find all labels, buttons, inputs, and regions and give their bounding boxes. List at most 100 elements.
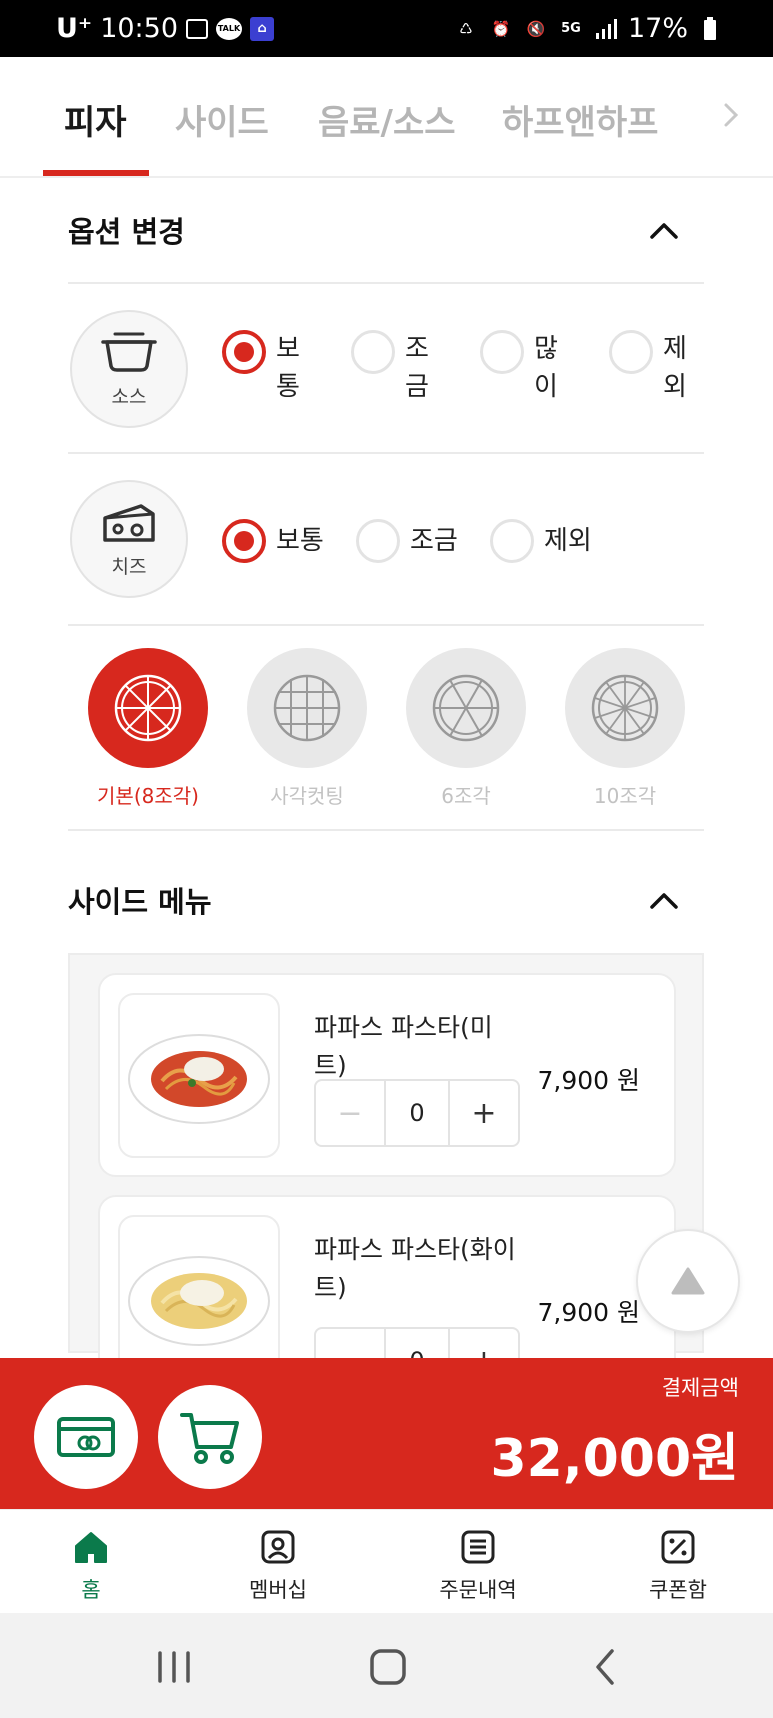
cut-option-6-slices[interactable]: 6조각 <box>405 648 527 809</box>
cut-option-default[interactable]: 기본(8조각) <box>87 648 209 809</box>
cut-option-label: 기본(8조각) <box>97 784 199 808</box>
cheese-label: 치즈 <box>111 555 147 578</box>
tab-side[interactable]: 사이드 <box>175 95 269 144</box>
payment-amount-label: 결제금액 <box>661 1376 739 1400</box>
side-item-name: 파파스 파스타(화이트) <box>314 1235 516 1302</box>
tab-half-and-half[interactable]: 하프앤하프 <box>502 95 658 144</box>
sauce-option-label: 조금 <box>405 334 429 402</box>
nav-membership[interactable]: 멤버십 <box>208 1528 348 1604</box>
radio-button[interactable] <box>351 330 395 374</box>
recycle-icon: ♺ <box>459 19 473 38</box>
chevron-right-icon[interactable] <box>717 101 745 129</box>
side-item-price: 7,900 원 <box>537 1298 640 1327</box>
radio-button[interactable] <box>222 330 266 374</box>
pizza-square-cut-icon[interactable] <box>247 648 367 768</box>
sauce-cup-icon <box>101 332 157 372</box>
gallery-notification-icon <box>186 18 208 39</box>
active-tab-indicator <box>43 170 149 176</box>
sauce-option-label: 보통 <box>276 334 300 402</box>
radio-button[interactable] <box>356 519 400 563</box>
side-section-header[interactable]: 사이드 메뉴 <box>68 870 704 930</box>
kakaotalk-notification-icon: TALK <box>216 17 242 40</box>
cheese-option-little[interactable]: 조금 <box>356 519 458 563</box>
sauce-option-normal[interactable]: 보통 <box>222 330 304 406</box>
cheese-option-label: 조금 <box>410 526 458 556</box>
coupon-icon <box>661 1530 695 1564</box>
cut-option-label: 10조각 <box>593 784 657 808</box>
cart-icon <box>180 1413 239 1464</box>
order-history-icon <box>461 1530 495 1564</box>
sauce-option-exclude[interactable]: 제외 <box>609 330 691 406</box>
system-nav-bar <box>0 1613 773 1718</box>
sauce-label: 소스 <box>111 385 147 408</box>
back-icon[interactable] <box>582 1643 630 1691</box>
scroll-to-top-button[interactable] <box>636 1229 740 1333</box>
triangle-up-icon <box>671 1267 705 1295</box>
nav-home[interactable]: 홈 <box>21 1528 161 1604</box>
nav-order-history[interactable]: 주문내역 <box>408 1528 548 1604</box>
battery-icon <box>697 16 723 42</box>
radio-button[interactable] <box>480 330 524 374</box>
cheese-option-exclude[interactable]: 제외 <box>490 519 592 563</box>
sauce-option-much[interactable]: 많이 <box>480 330 562 406</box>
radio-button[interactable] <box>490 519 534 563</box>
payment-amount: 32,000원 <box>490 1429 739 1489</box>
divider <box>68 624 704 626</box>
home-nav-icon[interactable] <box>364 1643 412 1691</box>
cut-option-10-slices[interactable]: 10조각 <box>564 648 686 809</box>
divider <box>68 452 704 454</box>
clock: 10:50 <box>100 13 178 44</box>
radio-button[interactable] <box>609 330 653 374</box>
quantity-value: 0 <box>384 1081 450 1145</box>
pasta-white-image <box>118 1215 280 1380</box>
cut-option-square[interactable]: 사각컷팅 <box>246 648 368 809</box>
option-section-title: 옵션 변경 <box>68 215 185 249</box>
tab-pizza[interactable]: 피자 <box>64 95 127 144</box>
sauce-option-little[interactable]: 조금 <box>351 330 433 406</box>
credit-card-icon <box>57 1417 115 1457</box>
sauce-option-label: 제외 <box>663 334 687 402</box>
list-item: 파파스 파스타(미트) 7,900 원 − 0 + <box>98 973 676 1177</box>
app-notification-icon: ⌂ <box>250 16 274 41</box>
category-tabs: 피자 사이드 음료/소스 하프앤하프 <box>0 57 773 178</box>
radio-button[interactable] <box>222 519 266 563</box>
membership-icon <box>261 1530 295 1564</box>
divider <box>68 282 704 284</box>
chevron-up-icon[interactable] <box>644 210 684 250</box>
tab-drink-sauce[interactable]: 음료/소스 <box>318 95 456 144</box>
bottom-nav: 홈 멤버십 주문내역 쿠폰함 <box>0 1509 773 1613</box>
recent-apps-icon[interactable] <box>150 1643 198 1691</box>
cheese-option-normal[interactable]: 보통 <box>222 519 324 563</box>
payment-bar: 결제금액 32,000원 <box>0 1358 773 1509</box>
pizza-6-slice-icon[interactable] <box>406 648 526 768</box>
divider <box>68 829 704 831</box>
alarm-icon: ⏰ <box>491 19 511 38</box>
cart-button[interactable] <box>158 1385 262 1489</box>
mute-icon: 🔇 <box>526 19 546 38</box>
side-item-price: 7,900 원 <box>537 1066 640 1095</box>
pizza-10-slice-icon[interactable] <box>565 648 685 768</box>
nav-label: 쿠폰함 <box>649 1578 707 1602</box>
side-menu-list: 파파스 파스타(미트) 7,900 원 − 0 + 파파스 파스타(화이트) 7… <box>68 953 704 1415</box>
chevron-up-icon[interactable] <box>644 880 684 920</box>
side-section-title: 사이드 메뉴 <box>68 885 212 919</box>
increase-button[interactable]: + <box>450 1081 518 1145</box>
sauce-badge: 소스 <box>70 310 188 428</box>
nav-coupon[interactable]: 쿠폰함 <box>608 1528 748 1604</box>
home-icon <box>75 1532 107 1563</box>
card-payment-button[interactable] <box>34 1385 138 1489</box>
pizza-8-slice-icon[interactable] <box>88 648 208 768</box>
option-section-header[interactable]: 옵션 변경 <box>68 200 704 260</box>
cheese-badge: 치즈 <box>70 480 188 598</box>
cut-option-label: 6조각 <box>441 784 491 808</box>
nav-label: 주문내역 <box>439 1578 517 1602</box>
decrease-button[interactable]: − <box>316 1081 384 1145</box>
cheese-icon <box>103 503 155 542</box>
nav-label: 홈 <box>81 1578 101 1602</box>
talk-label: TALK <box>217 24 241 33</box>
status-bar: U⁺ 10:50 TALK ⌂ ♺ ⏰ 🔇 5G 17% <box>0 0 773 57</box>
cheese-option-label: 제외 <box>544 526 592 556</box>
cut-option-label: 사각컷팅 <box>270 784 344 808</box>
network-5g-icon: 5G <box>561 21 581 36</box>
cheese-option-label: 보통 <box>276 526 324 556</box>
